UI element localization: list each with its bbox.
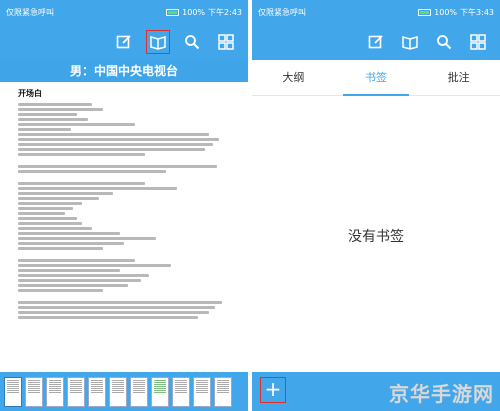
screen: 仅限紧急呼叫 100% 下午2:43 男：中国中央电视台 开场白 仅限紧急呼叫 … [0,0,500,411]
battery-icon [166,8,180,16]
toolbar [252,24,500,60]
tab-outline[interactable]: 大纲 [252,60,335,96]
tab-bookmarks[interactable]: 书签 [335,60,418,96]
status-bar: 仅限紧急呼叫 100% 下午3:43 [252,0,500,24]
status-text: 仅限紧急呼叫 [258,7,306,17]
reader-screen: 仅限紧急呼叫 100% 下午2:43 男：中国中央电视台 开场白 [0,0,248,411]
page-thumbnail[interactable] [109,376,127,407]
empty-bookmarks-message: 没有书签 [348,228,404,244]
page-thumbnail[interactable] [25,376,43,407]
edit-icon[interactable] [114,32,134,52]
page-thumbnail[interactable] [130,376,148,407]
tab-annotations[interactable]: 批注 [417,60,500,96]
book-icon[interactable] [146,30,170,54]
status-text: 仅限紧急呼叫 [6,7,54,17]
page-thumbnail[interactable] [172,376,190,407]
toolbar [0,24,248,60]
page-thumbnail[interactable] [88,376,106,407]
search-icon[interactable] [182,32,202,52]
bottom-bar: + 京华手游网 [252,372,500,411]
bookmark-screen: 仅限紧急呼叫 100% 下午3:43 大纲 书签 批注 没有书签 + 京华手游网 [252,0,500,411]
page-thumbnail[interactable] [46,376,64,407]
page-thumbnail[interactable] [193,376,211,407]
page-thumbnail[interactable] [67,376,85,407]
book-icon[interactable] [400,32,420,52]
status-bar: 仅限紧急呼叫 100% 下午2:43 [0,0,248,24]
edit-icon[interactable] [366,32,386,52]
page-thumbnail-strip[interactable] [0,372,248,411]
battery-icon [418,8,432,16]
add-bookmark-button[interactable]: + [260,377,286,403]
document-heading: 开场白 [18,89,42,98]
document-title: 男：中国中央电视台 [0,60,248,82]
search-icon[interactable] [434,32,454,52]
watermark: 京华手游网 [389,382,494,406]
document-page[interactable]: 开场白 [0,82,248,372]
battery-level: 100% [182,7,206,17]
page-thumbnail[interactable] [214,376,232,407]
clock: 下午2:43 [208,7,242,17]
panel-tabs: 大纲 书签 批注 [252,60,500,96]
page-thumbnail[interactable] [151,376,169,407]
clock: 下午3:43 [460,7,494,17]
grid-icon[interactable] [216,32,236,52]
page-thumbnail[interactable] [4,376,22,407]
battery-level: 100% [434,7,458,17]
grid-icon[interactable] [468,32,488,52]
